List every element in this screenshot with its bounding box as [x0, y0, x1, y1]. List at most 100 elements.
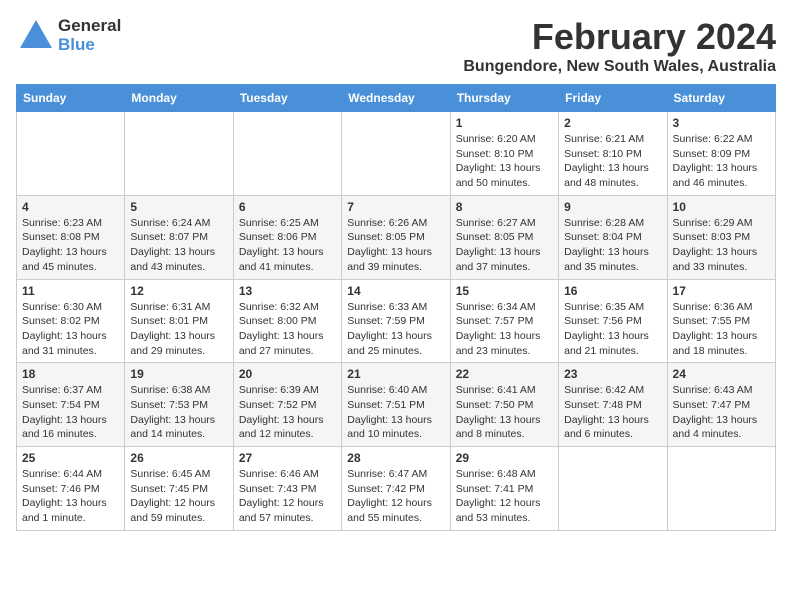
calendar-day-cell: 19 Sunrise: 6:38 AM Sunset: 7:53 PM Dayli…: [125, 363, 233, 447]
day-info: Sunrise: 6:26 AM Sunset: 8:05 PM Dayligh…: [347, 216, 444, 275]
day-info: Sunrise: 6:22 AM Sunset: 8:09 PM Dayligh…: [673, 132, 770, 191]
day-of-week-header: Tuesday: [233, 85, 341, 112]
day-number: 24: [673, 367, 770, 381]
calendar-day-cell: 4Sunrise: 6:23 AM Sunset: 8:08 PM Daylig…: [17, 195, 125, 279]
day-info: Sunrise: 6:20 AM Sunset: 8:10 PM Dayligh…: [456, 132, 553, 191]
logo-icon: [16, 16, 56, 56]
calendar-day-cell: 17Sunrise: 6:36 AM Sunset: 7:55 PM Dayli…: [667, 279, 775, 363]
day-info: Sunrise: 6:37 AM Sunset: 7:54 PM Dayligh…: [22, 383, 119, 442]
calendar-day-cell: 15 Sunrise: 6:34 AM Sunset: 7:57 PM Dayli…: [450, 279, 558, 363]
day-info: Sunrise: 6:34 AM Sunset: 7:57 PM Dayligh…: [456, 300, 553, 359]
calendar-day-cell: 18 Sunrise: 6:37 AM Sunset: 7:54 PM Dayli…: [17, 363, 125, 447]
day-number: 13: [239, 284, 336, 298]
day-info: Sunrise: 6:36 AM Sunset: 7:55 PM Dayligh…: [673, 300, 770, 359]
calendar-day-cell: 21 Sunrise: 6:40 AM Sunset: 7:51 PM Dayli…: [342, 363, 450, 447]
day-number: 26: [130, 451, 227, 465]
logo-blue: Blue: [58, 36, 121, 55]
day-number: 7: [347, 200, 444, 214]
day-info: Sunrise: 6:27 AM Sunset: 8:05 PM Dayligh…: [456, 216, 553, 275]
day-number: 10: [673, 200, 770, 214]
day-number: 21: [347, 367, 444, 381]
calendar-day-cell: 29 Sunrise: 6:48 AM Sunset: 7:41 PM Dayli…: [450, 447, 558, 531]
title-area: February 2024 Bungendore, New South Wale…: [463, 16, 776, 76]
day-info: Sunrise: 6:43 AM Sunset: 7:47 PM Dayligh…: [673, 383, 770, 442]
day-number: 27: [239, 451, 336, 465]
calendar-week-row: 18 Sunrise: 6:37 AM Sunset: 7:54 PM Dayli…: [17, 363, 776, 447]
day-of-week-header: Wednesday: [342, 85, 450, 112]
day-info: Sunrise: 6:28 AM Sunset: 8:04 PM Dayligh…: [564, 216, 661, 275]
day-info: Sunrise: 6:21 AM Sunset: 8:10 PM Dayligh…: [564, 132, 661, 191]
calendar-day-cell: 7 Sunrise: 6:26 AM Sunset: 8:05 PM Daylig…: [342, 195, 450, 279]
calendar-day-cell: 13 Sunrise: 6:32 AM Sunset: 8:00 PM Dayli…: [233, 279, 341, 363]
calendar-day-cell: 12Sunrise: 6:31 AM Sunset: 8:01 PM Dayli…: [125, 279, 233, 363]
calendar-header-row: SundayMondayTuesdayWednesdayThursdayFrid…: [17, 85, 776, 112]
day-number: 14: [347, 284, 444, 298]
day-number: 3: [673, 116, 770, 130]
day-info: Sunrise: 6:38 AM Sunset: 7:53 PM Dayligh…: [130, 383, 227, 442]
calendar-day-cell: [559, 447, 667, 531]
day-number: 2: [564, 116, 661, 130]
day-number: 29: [456, 451, 553, 465]
header: General Blue February 2024 Bungendore, N…: [16, 16, 776, 76]
calendar-day-cell: [125, 112, 233, 196]
calendar-day-cell: 26Sunrise: 6:45 AM Sunset: 7:45 PM Dayli…: [125, 447, 233, 531]
calendar-day-cell: 1 Sunrise: 6:20 AM Sunset: 8:10 PM Daylig…: [450, 112, 558, 196]
calendar-week-row: 4Sunrise: 6:23 AM Sunset: 8:08 PM Daylig…: [17, 195, 776, 279]
logo-text: General Blue: [58, 17, 121, 54]
calendar-day-cell: [17, 112, 125, 196]
logo-general: General: [58, 17, 121, 36]
day-number: 23: [564, 367, 661, 381]
logo: General Blue: [16, 16, 121, 56]
calendar-day-cell: 5Sunrise: 6:24 AM Sunset: 8:07 PM Daylig…: [125, 195, 233, 279]
day-info: Sunrise: 6:39 AM Sunset: 7:52 PM Dayligh…: [239, 383, 336, 442]
calendar-week-row: 11Sunrise: 6:30 AM Sunset: 8:02 PM Dayli…: [17, 279, 776, 363]
calendar-day-cell: 11Sunrise: 6:30 AM Sunset: 8:02 PM Dayli…: [17, 279, 125, 363]
day-number: 12: [130, 284, 227, 298]
day-number: 20: [239, 367, 336, 381]
day-info: Sunrise: 6:42 AM Sunset: 7:48 PM Dayligh…: [564, 383, 661, 442]
day-number: 25: [22, 451, 119, 465]
day-number: 15: [456, 284, 553, 298]
day-info: Sunrise: 6:29 AM Sunset: 8:03 PM Dayligh…: [673, 216, 770, 275]
calendar-day-cell: 22 Sunrise: 6:41 AM Sunset: 7:50 PM Dayli…: [450, 363, 558, 447]
day-info: Sunrise: 6:30 AM Sunset: 8:02 PM Dayligh…: [22, 300, 119, 359]
day-of-week-header: Friday: [559, 85, 667, 112]
day-of-week-header: Sunday: [17, 85, 125, 112]
day-info: Sunrise: 6:33 AM Sunset: 7:59 PM Dayligh…: [347, 300, 444, 359]
day-number: 6: [239, 200, 336, 214]
day-number: 1: [456, 116, 553, 130]
day-info: Sunrise: 6:40 AM Sunset: 7:51 PM Dayligh…: [347, 383, 444, 442]
calendar-day-cell: 20 Sunrise: 6:39 AM Sunset: 7:52 PM Dayli…: [233, 363, 341, 447]
calendar-day-cell: [233, 112, 341, 196]
day-info: Sunrise: 6:24 AM Sunset: 8:07 PM Dayligh…: [130, 216, 227, 275]
calendar-day-cell: 10 Sunrise: 6:29 AM Sunset: 8:03 PM Dayli…: [667, 195, 775, 279]
calendar-table: SundayMondayTuesdayWednesdayThursdayFrid…: [16, 84, 776, 531]
day-info: Sunrise: 6:44 AM Sunset: 7:46 PM Dayligh…: [22, 467, 119, 526]
day-number: 19: [130, 367, 227, 381]
calendar-day-cell: 3 Sunrise: 6:22 AM Sunset: 8:09 PM Daylig…: [667, 112, 775, 196]
day-info: Sunrise: 6:25 AM Sunset: 8:06 PM Dayligh…: [239, 216, 336, 275]
day-number: 8: [456, 200, 553, 214]
calendar-day-cell: [342, 112, 450, 196]
calendar-day-cell: 9 Sunrise: 6:28 AM Sunset: 8:04 PM Daylig…: [559, 195, 667, 279]
day-number: 22: [456, 367, 553, 381]
calendar-subtitle: Bungendore, New South Wales, Australia: [463, 58, 776, 76]
day-number: 4: [22, 200, 119, 214]
day-info: Sunrise: 6:46 AM Sunset: 7:43 PM Dayligh…: [239, 467, 336, 526]
calendar-day-cell: 28Sunrise: 6:47 AM Sunset: 7:42 PM Dayli…: [342, 447, 450, 531]
day-info: Sunrise: 6:32 AM Sunset: 8:00 PM Dayligh…: [239, 300, 336, 359]
calendar-day-cell: 23 Sunrise: 6:42 AM Sunset: 7:48 PM Dayli…: [559, 363, 667, 447]
day-number: 18: [22, 367, 119, 381]
calendar-day-cell: 2 Sunrise: 6:21 AM Sunset: 8:10 PM Daylig…: [559, 112, 667, 196]
day-info: Sunrise: 6:41 AM Sunset: 7:50 PM Dayligh…: [456, 383, 553, 442]
day-info: Sunrise: 6:48 AM Sunset: 7:41 PM Dayligh…: [456, 467, 553, 526]
calendar-day-cell: 8 Sunrise: 6:27 AM Sunset: 8:05 PM Daylig…: [450, 195, 558, 279]
calendar-week-row: 1 Sunrise: 6:20 AM Sunset: 8:10 PM Daylig…: [17, 112, 776, 196]
calendar-day-cell: [667, 447, 775, 531]
day-of-week-header: Saturday: [667, 85, 775, 112]
day-of-week-header: Monday: [125, 85, 233, 112]
day-number: 16: [564, 284, 661, 298]
day-number: 28: [347, 451, 444, 465]
calendar-day-cell: 16Sunrise: 6:35 AM Sunset: 7:56 PM Dayli…: [559, 279, 667, 363]
day-number: 9: [564, 200, 661, 214]
